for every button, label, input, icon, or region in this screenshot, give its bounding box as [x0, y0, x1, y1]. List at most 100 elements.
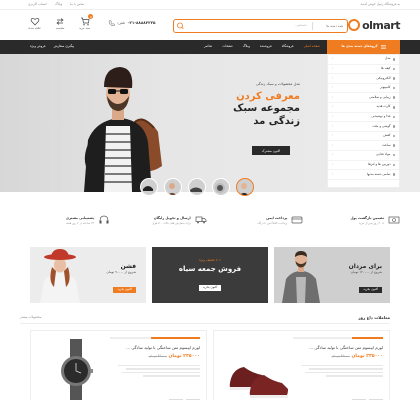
hero-cta-button[interactable]: اکنون مشترک [252, 146, 290, 155]
banner-women[interactable]: فشن شروع از ۹۰۰۰۰ تومان اکنون بخرید [30, 247, 146, 303]
deal-info: لورم ایپسوم متن ساختگی با تولید سادگی ..… [118, 345, 200, 379]
banner-black-button[interactable]: اکنون بخرید [198, 285, 222, 291]
category-item[interactable]: زیبایی و سلامتی ‹ [328, 93, 399, 103]
hero-model-image [84, 67, 162, 192]
feature-sub: پرداخت کاملاً امن با درگاه [257, 220, 288, 225]
menu-icon [380, 45, 386, 49]
category-item[interactable]: غذا و نوشیدنی ‹ [328, 113, 399, 123]
topbar-link-contact[interactable]: تماس با ما [70, 2, 84, 7]
category-text: کیف ها [381, 65, 391, 70]
category-item[interactable]: تمامی دسته بندیها ‹ [328, 170, 399, 180]
category-icon [392, 153, 395, 157]
hero-text: مدل محصولات و سبک زندگی معرفی کردن مجموع… [214, 82, 300, 128]
search-icon[interactable] [174, 20, 186, 32]
category-text: غذا و نوشیدنی [371, 113, 391, 118]
category-item[interactable]: دوربین ها و لنزها ‹ [328, 161, 399, 171]
category-item[interactable]: کامپیوتر ‹ [328, 84, 399, 94]
search-category[interactable]: همه دسته ها [326, 24, 343, 28]
money-icon [388, 216, 400, 224]
category-label: الکترونیکی [376, 76, 395, 81]
logo[interactable]: olmart [348, 17, 400, 33]
banner-women-subtitle: شروع از ۹۰۰۰۰ تومان [106, 270, 136, 275]
category-item[interactable]: ساعت ‹ [328, 141, 399, 151]
header-icons: 0 سبد خرید مقایسه علاقه مندی [28, 14, 94, 30]
search-input[interactable]: جستجو... [294, 23, 307, 28]
logo-text: olmart [362, 18, 400, 32]
slider-thumb[interactable] [140, 178, 158, 196]
banner-men[interactable]: برای مردان شروع از ۱۲۰۰۰۰ تومان اکنون بخ… [274, 247, 390, 303]
category-item[interactable]: کفش ‹ [328, 132, 399, 142]
category-item[interactable]: مواد غذایی ‹ [328, 151, 399, 161]
category-label: تمامی دسته بندیها [366, 171, 395, 177]
slider-thumb[interactable] [212, 178, 230, 196]
phone-info: ۰۲۱-۸۸۸۸۲۲۲۵ تلفن: [108, 20, 155, 27]
topbar-link-blog[interactable]: وبلاگ [55, 2, 62, 7]
nav-item-shop[interactable]: فروشگاه [282, 44, 294, 49]
card-icon [291, 216, 303, 224]
nav-item-vendor[interactable]: فروشنده [260, 44, 272, 49]
category-text: تمامی دسته بندیها [366, 171, 391, 176]
deal-old-price: ۴۵۰۰۰ تومان [148, 354, 167, 359]
banner-men-title: برای مردان [348, 263, 382, 270]
category-item[interactable]: مدل ‹ [328, 55, 399, 65]
banner-black-friday[interactable]: ۲۰٪ تخفیف ویژه فروش جمعه سیاه اکنون بخری… [152, 247, 268, 303]
search-divider [312, 22, 313, 30]
banner-men-subtitle: شروع از ۱۲۰۰۰۰ تومان [350, 270, 382, 275]
header-wishlist[interactable]: علاقه مندی [28, 17, 41, 30]
hero-title-accent: معرفی کردن [236, 91, 300, 103]
chevron-left-icon: ‹ [332, 56, 334, 61]
category-icon [392, 77, 395, 80]
deal-description [301, 364, 383, 378]
category-label: مدل [385, 57, 395, 61]
nav-item-pages[interactable]: صفحات [222, 44, 232, 49]
header-compare[interactable]: مقایسه [55, 17, 65, 30]
banner-men-image [282, 251, 320, 303]
category-text: مدل [384, 56, 391, 61]
header-cart[interactable]: 0 سبد خرید [79, 14, 94, 30]
banner-black-title: فروش جمعه سیاه [178, 264, 242, 273]
nav-item-home[interactable]: صفحه اصلی [304, 44, 320, 49]
slider-thumb[interactable] [236, 178, 254, 196]
category-icon [392, 96, 395, 99]
categories-toggle[interactable]: گروه‌های دسته بندی ها [327, 40, 400, 54]
chevron-left-icon: ‹ [332, 85, 334, 90]
deal-progress-fill [150, 337, 200, 339]
category-item[interactable]: کارت هدیه ‹ [328, 103, 399, 113]
category-label: غذا و نوشیدنی [371, 113, 395, 119]
deal-price-value: ۲۳۵۰۰۰ تومان [351, 354, 383, 360]
feature-title: تضمین بازگشت پول [350, 215, 384, 220]
search-bar[interactable]: همه دسته ها جستجو... [173, 19, 348, 33]
category-icon [392, 106, 395, 109]
category-label: زیبایی و سلامتی [369, 95, 395, 100]
nav-track-order[interactable]: پیگیری سفارش [54, 44, 75, 49]
deal-card[interactable]: لورم ایپسوم متن ساختگی با تولید سادگی ..… [30, 330, 207, 400]
deal-title[interactable]: لورم ایپسوم متن ساختگی با تولید سادگی ..… [118, 345, 200, 350]
deal-info: لورم ایپسوم متن ساختگی با تولید سادگی ..… [301, 345, 383, 379]
nav-item-blog[interactable]: وبلاگ [243, 44, 250, 49]
banner-men-button[interactable]: اکنون بخرید [359, 287, 382, 293]
feature-sub: برای سفارش های بالای ۵۰۰ هزار [151, 220, 191, 225]
deals-header: معاملات داغ روز محصولات بیشتر [20, 315, 390, 324]
nav-item-elements[interactable]: عناصر [204, 44, 212, 49]
deals-more-link[interactable]: محصولات بیشتر [20, 315, 41, 320]
slider-thumb[interactable] [164, 178, 182, 196]
headset-icon [99, 215, 109, 224]
deal-title[interactable]: لورم ایپسوم متن ساختگی با تولید سادگی ..… [301, 345, 383, 350]
slider-thumb[interactable] [188, 178, 206, 196]
main-nav: گروه‌های دسته بندی ها صفحه اصلی فروشگاه … [0, 40, 420, 54]
category-label: کارت هدیه [377, 104, 395, 109]
deal-card[interactable]: لورم ایپسوم متن ساختگی با تولید سادگی ..… [213, 330, 390, 400]
feature-title: پشتیبانی مشتری [65, 215, 95, 220]
banner-women-button[interactable]: اکنون بخرید [113, 287, 136, 293]
category-item[interactable]: گوشی و تبلت ‹ [328, 122, 399, 132]
thumb-image [215, 183, 225, 193]
nav-special-sale[interactable]: فروش ویژه [30, 44, 46, 49]
category-text: مواد غذایی [376, 152, 391, 157]
deal-price-value: ۲۳۵۰۰۰ تومان [168, 354, 200, 360]
nav-left: پیگیری سفارش فروش ویژه [30, 40, 74, 54]
topbar-link-account[interactable]: حساب کاربری [28, 2, 47, 7]
category-item[interactable]: الکترونیکی ‹ [328, 74, 399, 84]
chevron-left-icon: ‹ [332, 104, 334, 109]
category-item[interactable]: کیف ها ‹ [328, 65, 399, 75]
cart-label: سبد خرید [79, 26, 91, 30]
